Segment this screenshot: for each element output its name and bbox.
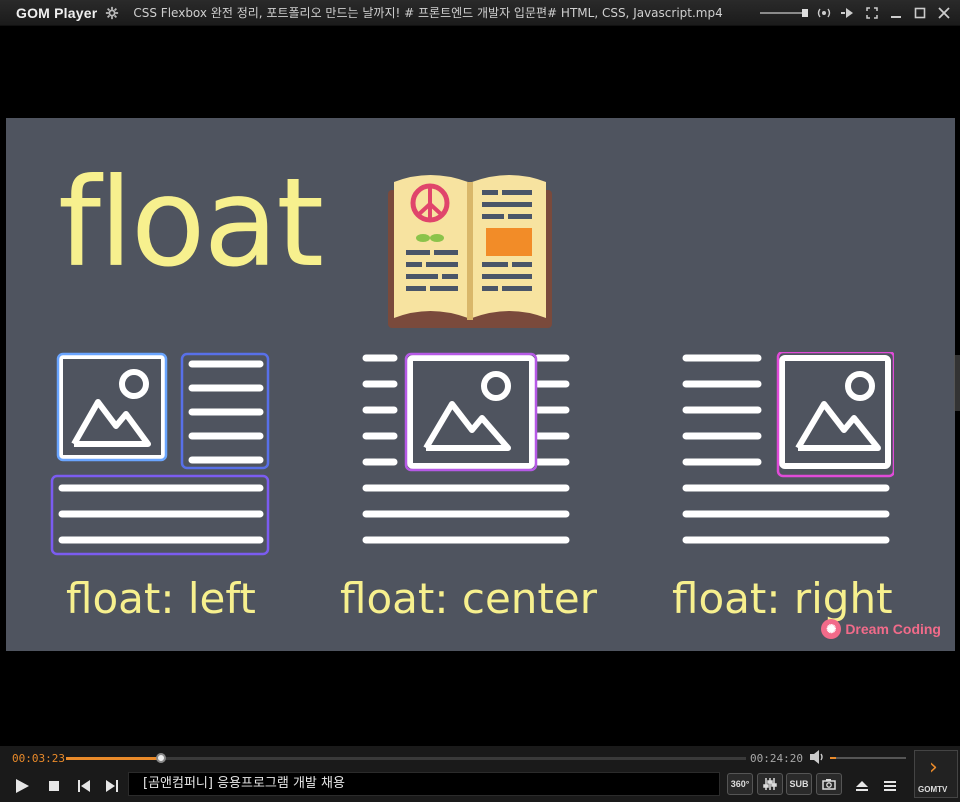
subtitle-button[interactable]: SUB [786,773,812,795]
slide-heading: float [58,152,324,294]
eject-icon [856,781,868,791]
opacity-slider[interactable] [760,9,808,17]
menu-icon [884,781,896,791]
gomtv-button[interactable]: › GOMTV [914,750,958,798]
vr360-button[interactable]: 360° [727,773,753,795]
seek-handle[interactable] [155,753,166,763]
total-time: 00:24:20 [750,752,803,765]
menu-button[interactable] [878,774,902,798]
prev-icon [78,780,90,792]
equalizer-button[interactable] [757,773,783,795]
eject-button[interactable] [850,774,874,798]
seek-bar[interactable] [66,753,746,763]
minimize-icon[interactable] [886,3,906,23]
audio-icon[interactable] [814,3,834,23]
previous-button[interactable] [72,774,96,798]
stop-icon [49,781,59,791]
float-right-diagram [682,352,894,544]
close-icon[interactable] [934,3,954,23]
caption-float-center: float: center [340,574,597,623]
gomtv-label: GOMTV [918,785,948,794]
play-icon [16,779,29,793]
ad-ticker[interactable]: [곰앤컴퍼니] 응용프로그램 개발 채용 [128,772,720,796]
current-time: 00:03:23 [12,752,65,765]
window-title: CSS Flexbox 완전 정리, 포트폴리오 만드는 날까지! # 프론트엔… [133,6,723,20]
next-button[interactable] [100,774,124,798]
fullscreen-icon[interactable] [862,3,882,23]
play-pause-icon[interactable] [838,3,858,23]
gear-icon[interactable] [105,6,119,20]
equalizer-icon [763,778,777,790]
seek-progress [66,757,161,760]
control-bar: 00:03:23 00:24:20 [곰앤컴퍼니] 응용프로그램 개발 채용 3… [0,746,960,802]
chevron-right-icon: › [929,755,938,780]
next-icon [106,780,118,792]
watermark-text: Dream Coding [845,621,941,637]
float-left-diagram [50,352,270,556]
caption-float-right: float: right [672,574,893,623]
book-icon [388,175,552,328]
dream-coding-logo-icon: ✺ [821,619,842,639]
maximize-icon[interactable] [910,3,930,23]
play-button[interactable] [10,774,34,798]
volume-level [830,757,837,759]
title-bar: GOM Player CSS Flexbox 완전 정리, 포트폴리오 만드는 … [0,0,960,26]
video-slide[interactable]: float float: left float: center float: r… [6,118,955,651]
float-center-diagram [362,352,570,544]
stop-button[interactable] [42,774,66,798]
caption-float-left: float: left [66,574,256,623]
subtitle-label: SUB [789,779,809,789]
vr360-label: 360° [730,779,750,789]
dream-coding-watermark: ✺ Dream Coding [821,619,941,639]
side-panel-handle[interactable] [954,355,960,411]
camera-icon [822,779,836,790]
capture-button[interactable] [816,773,842,795]
app-brand[interactable]: GOM Player [16,5,97,21]
volume-icon[interactable] [810,750,826,764]
volume-slider[interactable] [830,757,906,759]
window-controls [760,0,954,26]
